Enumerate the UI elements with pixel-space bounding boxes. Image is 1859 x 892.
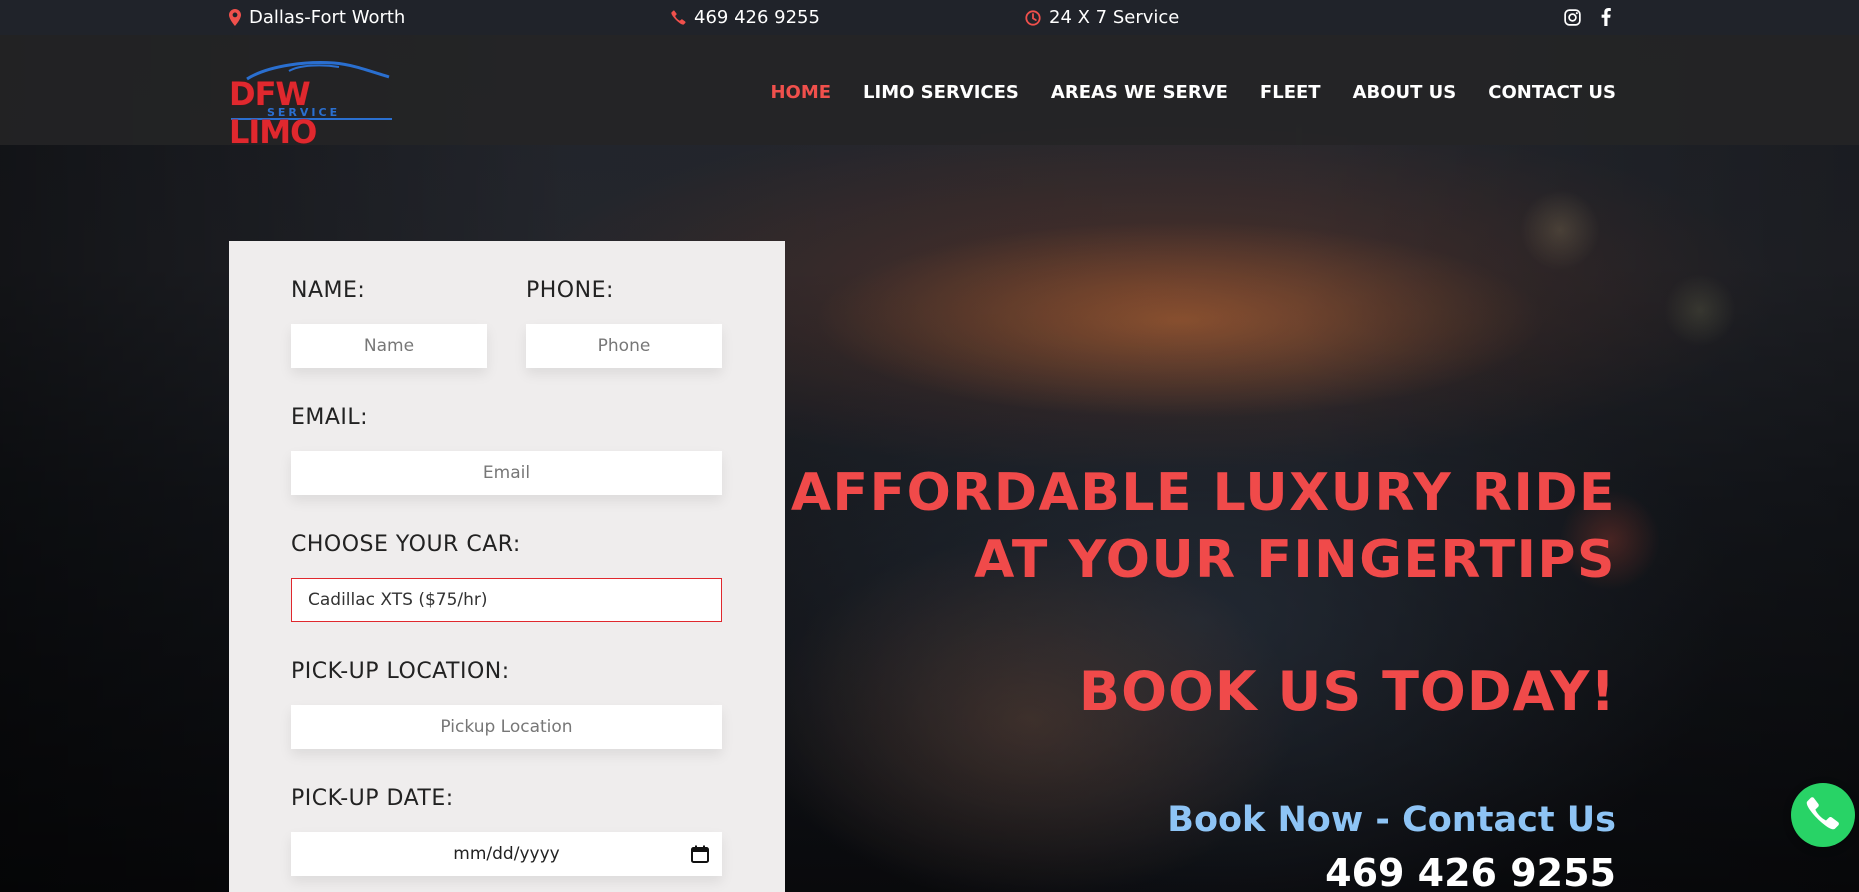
hero-book-today: BOOK US TODAY! bbox=[1078, 660, 1616, 723]
facebook-icon[interactable] bbox=[1596, 7, 1616, 27]
book-now-contact-link[interactable]: Book Now - Contact Us bbox=[1167, 800, 1616, 840]
calendar-icon[interactable] bbox=[690, 844, 710, 864]
phone-handset-icon bbox=[1806, 796, 1840, 834]
phone-text: 469 426 9255 bbox=[694, 7, 820, 28]
email-input[interactable] bbox=[291, 451, 722, 495]
nav-home[interactable]: HOME bbox=[770, 82, 831, 103]
phone-input[interactable] bbox=[526, 324, 722, 368]
hero-headline-line2: AT YOUR FINGERTIPS bbox=[974, 530, 1616, 590]
pickup-date-label: PICK-UP DATE: bbox=[291, 786, 454, 811]
phone-label: PHONE: bbox=[526, 278, 614, 303]
nav-fleet[interactable]: FLEET bbox=[1260, 82, 1321, 103]
page: Dallas-Fort Worth 469 426 9255 24 X 7 Se… bbox=[0, 0, 1859, 892]
hero-phone-number[interactable]: 469 426 9255 bbox=[1325, 851, 1616, 892]
car-select-value: Cadillac XTS ($75/hr) bbox=[308, 590, 488, 610]
whatsapp-call-button[interactable] bbox=[1791, 783, 1855, 847]
email-label: EMAIL: bbox=[291, 405, 369, 430]
name-label: NAME: bbox=[291, 278, 366, 303]
dfw-limo-logo[interactable]: DFW LIMO SERVICE bbox=[229, 59, 394, 151]
booking-form: NAME: PHONE: EMAIL: CHOOSE YOUR CAR: Cad… bbox=[229, 241, 785, 892]
location-text: Dallas-Fort Worth bbox=[249, 7, 406, 28]
instagram-icon[interactable] bbox=[1562, 7, 1582, 27]
phone-info[interactable]: 469 426 9255 bbox=[671, 7, 820, 28]
clock-icon bbox=[1025, 9, 1041, 26]
phone-icon bbox=[671, 10, 686, 25]
nav-areas-we-serve[interactable]: AREAS WE SERVE bbox=[1051, 82, 1228, 103]
top-info-bar: Dallas-Fort Worth 469 426 9255 24 X 7 Se… bbox=[0, 0, 1859, 35]
location-info: Dallas-Fort Worth bbox=[229, 7, 405, 28]
nav-contact-us[interactable]: CONTACT US bbox=[1488, 82, 1616, 103]
name-input[interactable] bbox=[291, 324, 487, 368]
nav-menu: HOME LIMO SERVICES AREAS WE SERVE FLEET … bbox=[770, 82, 1616, 103]
social-links bbox=[1562, 7, 1616, 27]
logo-subtext: SERVICE bbox=[267, 106, 341, 119]
nav-limo-services[interactable]: LIMO SERVICES bbox=[863, 82, 1019, 103]
car-select[interactable]: Cadillac XTS ($75/hr) bbox=[291, 578, 722, 622]
pickup-location-input[interactable] bbox=[291, 705, 722, 749]
pickup-location-label: PICK-UP LOCATION: bbox=[291, 659, 510, 684]
nav-about-us[interactable]: ABOUT US bbox=[1353, 82, 1457, 103]
car-label: CHOOSE YOUR CAR: bbox=[291, 532, 521, 557]
date-placeholder: mm/dd/yyyy bbox=[453, 844, 560, 864]
service-info: 24 X 7 Service bbox=[1025, 7, 1179, 28]
map-pin-icon bbox=[229, 9, 241, 26]
service-text: 24 X 7 Service bbox=[1049, 7, 1180, 28]
hero-headline-line1: AFFORDABLE LUXURY RIDE bbox=[790, 463, 1616, 523]
hero-headline: AFFORDABLE LUXURY RIDE AT YOUR FINGERTIP… bbox=[791, 460, 1616, 594]
main-navbar: DFW LIMO SERVICE HOME LIMO SERVICES AREA… bbox=[0, 35, 1859, 151]
pickup-date-input[interactable]: mm/dd/yyyy bbox=[291, 832, 722, 876]
